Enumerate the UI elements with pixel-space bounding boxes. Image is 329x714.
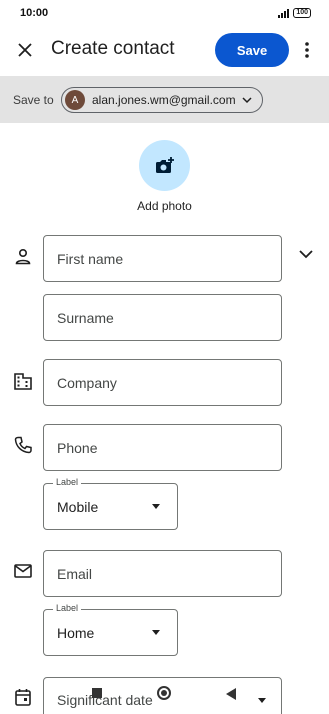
email-type-select[interactable]: Label Home xyxy=(43,603,178,656)
signal-icon xyxy=(278,8,290,18)
close-icon xyxy=(18,43,32,57)
account-email: alan.jones.wm@gmail.com xyxy=(92,93,236,107)
recents-nav-icon[interactable] xyxy=(92,688,102,698)
close-button[interactable] xyxy=(12,37,38,63)
phone-icon xyxy=(14,436,32,454)
email-field[interactable]: Email xyxy=(43,550,282,597)
dropdown-arrow-icon xyxy=(152,504,160,509)
email-type-value: Home xyxy=(57,625,95,641)
first-name-field[interactable]: First name xyxy=(43,235,282,282)
avatar: A xyxy=(65,90,85,110)
top-app-bar: Create contact Save xyxy=(0,28,329,74)
company-field[interactable]: Company xyxy=(43,359,282,406)
add-photo-button[interactable] xyxy=(139,140,190,191)
company-icon xyxy=(14,373,32,390)
phone-type-select[interactable]: Label Mobile xyxy=(43,477,178,530)
status-time: 10:00 xyxy=(20,7,49,19)
home-nav-icon[interactable] xyxy=(157,686,171,700)
status-icons: 100 xyxy=(278,8,311,18)
add-photo-icon xyxy=(155,156,174,173)
dropdown-arrow-icon xyxy=(152,630,160,635)
battery-icon: 100 xyxy=(293,8,311,18)
save-to-label: Save to xyxy=(13,93,54,107)
system-nav-bar xyxy=(0,680,329,714)
account-selector[interactable]: A alan.jones.wm@gmail.com xyxy=(61,87,263,113)
person-icon xyxy=(15,248,31,265)
email-type-label: Label xyxy=(53,603,82,613)
status-bar: 10:00 100 xyxy=(0,0,329,28)
chevron-down-icon xyxy=(242,97,252,104)
more-options-button[interactable] xyxy=(297,38,317,62)
save-to-bar: Save to A alan.jones.wm@gmail.com xyxy=(0,76,329,123)
expand-name-chevron-icon[interactable] xyxy=(297,245,315,263)
add-photo-label: Add photo xyxy=(137,199,192,213)
more-vert-icon xyxy=(305,42,309,58)
back-nav-icon[interactable] xyxy=(226,688,236,700)
email-icon xyxy=(14,564,32,578)
phone-field[interactable]: Phone xyxy=(43,424,282,471)
phone-type-label: Label xyxy=(53,477,82,487)
surname-field[interactable]: Surname xyxy=(43,294,282,341)
phone-type-value: Mobile xyxy=(57,499,99,515)
page-title: Create contact xyxy=(51,38,175,59)
save-button[interactable]: Save xyxy=(215,33,289,67)
